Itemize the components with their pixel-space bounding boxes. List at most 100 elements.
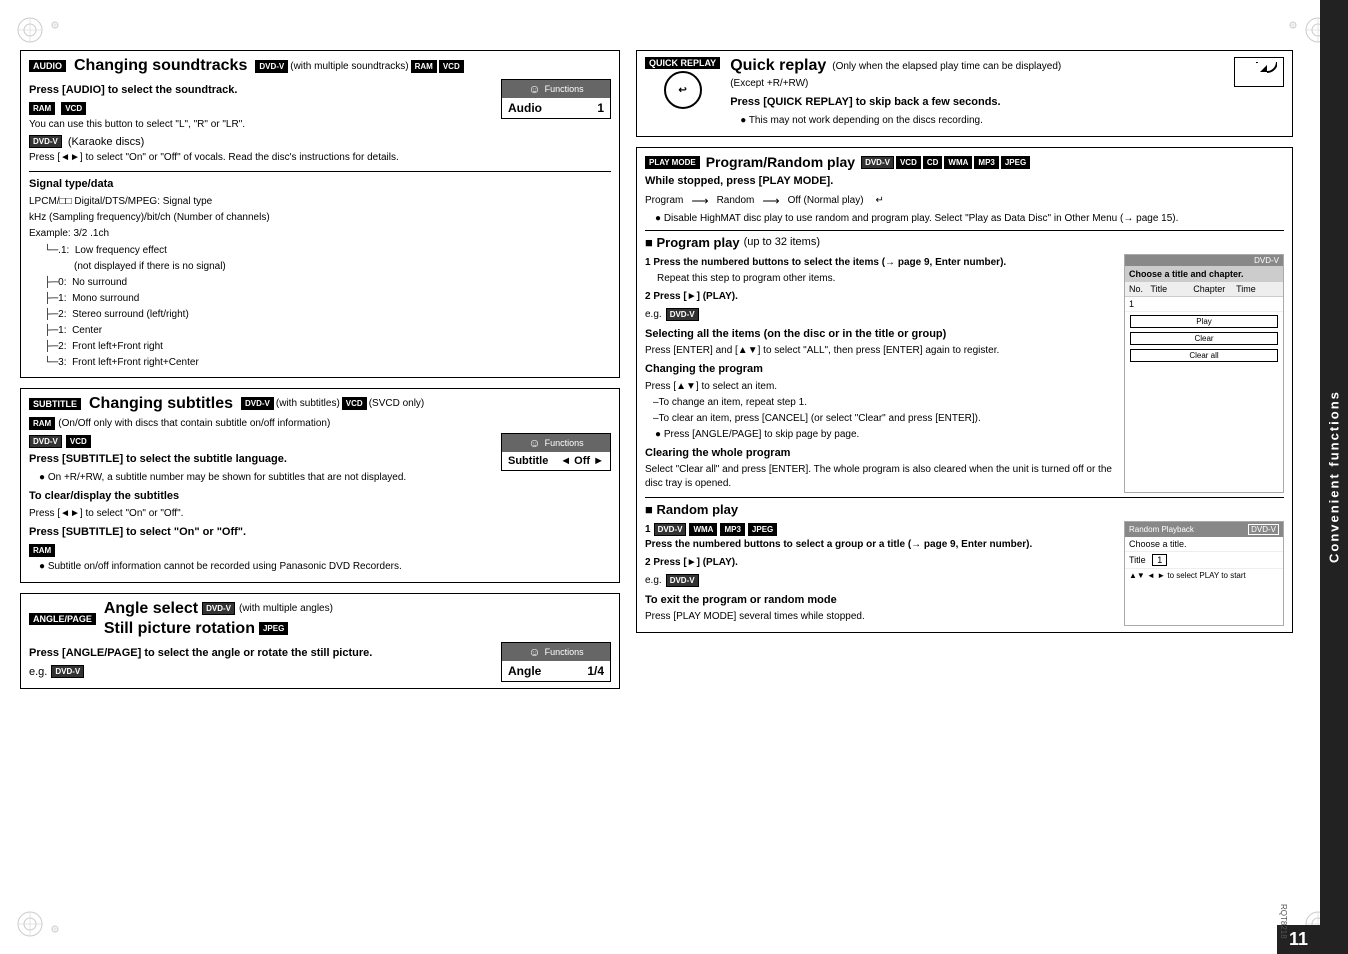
program-play-title: ■ Program play [645,235,740,250]
pp-eg-label: e.g. [645,309,662,320]
col-title: Title [1150,284,1193,294]
angle-title1-row: Angle select DVD-V (with multiple angles… [104,600,333,618]
example-box-header: DVD-V [1125,255,1283,266]
subtitles-main: DVD-V VCD Press [SUBTITLE] to select the… [29,433,491,576]
sub-bullet1: On +R/+RW, a subtitle number may be show… [39,471,491,485]
dvdv-badge-sub: DVD-V [241,397,274,410]
khz-text: kHz (Sampling frequency)/bit/ch (Number … [29,211,611,225]
subtitles-content: DVD-V VCD Press [SUBTITLE] to select the… [29,433,611,576]
tree-item-0: └─.1: Low frequency effect [44,243,611,259]
arrow2: ⟶ [762,194,779,208]
dvdv-row: DVD-V (Karaoke discs) [29,135,491,148]
divider-pr [645,230,1284,231]
sub-on-off-text: (On/Off only with discs that contain sub… [58,418,330,429]
quick-replay-content: Quick replay (Only when the elapsed play… [730,57,1224,130]
exit-title: To exit the program or random mode [645,593,1116,608]
program-random-title: Program/Random play [706,154,855,170]
rand-badge-mp3: MP3 [720,523,744,536]
signal-type-title: Signal type/data [29,177,611,192]
dvdv-vcd-row: DVD-V VCD [29,435,491,448]
ram-vcd-text: You can use this button to select "L", "… [29,118,491,132]
col-chapter: Chapter [1193,284,1236,294]
angle-tag: ANGLE/PAGE [29,613,96,625]
subtitles-press2: Press [SUBTITLE] to select "On" or "Off"… [29,525,491,540]
col-time: Time [1236,284,1279,294]
angle-eg-row: e.g. DVD-V [29,665,491,678]
quick-replay-except: (Except +R/+RW) [730,77,1224,91]
random-play-content: 1 DVD-V WMA MP3 JPEG Press the numbered … [645,521,1284,626]
row1-title [1150,299,1193,309]
changing-bullet: Press [ANGLE/PAGE] to skip page by page. [655,428,1116,442]
pr-badge-cd: CD [923,156,943,169]
ram-row-sub: RAM [29,544,491,557]
clearing-text: Select "Clear all" and press [ENTER]. Th… [645,463,1116,491]
play-mode-left: PLAY MODE [645,156,700,169]
exit-text: Press [PLAY MODE] several times while st… [645,610,1116,624]
dvdv-badge-angle2: DVD-V [51,665,84,678]
random-play-row1: Choose a title. [1125,537,1283,552]
changing-program-text: Press [▲▼] to select an item. [645,380,1116,394]
pr-press: While stopped, press [PLAY MODE]. [645,174,1284,189]
pr-badge-wma: WMA [944,156,972,169]
angle-title1: Angle select [104,600,198,618]
pr-bullet1: Disable HighMAT disc play to use random … [655,212,1284,226]
quick-replay-button[interactable]: ↩ [664,71,702,109]
row1-chapter [1193,299,1236,309]
functions-body-subtitle: Subtitle ◄ Off ► [502,452,610,470]
subtitle-label: Subtitle [508,455,548,467]
pp-eg-badge: DVD-V [666,308,699,321]
subtitle-value: ◄ Off ► [560,455,604,467]
functions-box-subtitle: ☺ Functions Subtitle ◄ Off ► [501,433,611,471]
vcd-badge-soundtracks: VCD [439,60,464,73]
random-play-box: Random Playback DVD-V Choose a title. Ti… [1124,521,1284,626]
changing-dash2: –To clear an item, press [CANCEL] (or se… [653,412,1116,426]
flow-random: Random [717,195,755,206]
changing-dash1: –To change an item, repeat step 1. [653,396,1116,410]
convenient-functions-text: Convenient functions [1327,391,1342,564]
svcd-text: (SVCD only) [369,398,425,409]
example-box: DVD-V Choose a title and chapter. No. Ti… [1124,254,1284,493]
example-text: Example: 3/2 .1ch [29,227,611,241]
example-row1: 1 [1125,297,1283,312]
pr-badge-dvdv: DVD-V [861,156,894,169]
functions-label-audio: Functions [545,84,584,94]
pr-badge-jpeg: JPEG [1001,156,1030,169]
audio-label: Audio [508,101,542,115]
functions-body-angle: Angle 1/4 [502,661,610,681]
title-label: Title [1129,555,1146,565]
vcd-badge-sub: VCD [342,397,367,410]
soundtracks-with-text: (with multiple soundtracks) [290,61,408,72]
functions-box-audio: ☺ Functions Audio 1 [501,79,611,119]
tree-item-1: (not displayed if there is no signal) [74,259,611,275]
random-step1-text: Press the numbered buttons to select a g… [645,538,1116,552]
pp-step1-sub: Repeat this step to program other items. [657,272,1116,286]
example-box-buttons: Play Clear Clear all [1125,312,1283,365]
angle-value: 1/4 [587,664,604,678]
clear-button[interactable]: Clear [1130,332,1278,345]
soundtracks-main: Press [AUDIO] to select the soundtrack. … [29,79,491,167]
dvdv-badge-angle: DVD-V [202,602,235,615]
rand-badge-wma: WMA [689,523,717,536]
changing-subtitles-section: SUBTITLE Changing subtitles DVD-V (with … [20,388,620,583]
rq-number: RQT8218 [1279,904,1288,939]
random-play-header-text: Random Playback [1129,525,1194,534]
page-number: 11 [1289,929,1308,949]
program-random-header: PLAY MODE Program/Random play DVD-V VCD … [645,154,1284,170]
quick-replay-icon-box [1234,57,1284,87]
selecting-all-title: Selecting all the items (on the disc or … [645,327,1116,342]
angle-content: Press [ANGLE/PAGE] to select the angle o… [29,642,611,682]
random-play-title: ■ Random play [645,502,738,517]
example-col-headers: No. Title Chapter Time [1125,282,1283,297]
ram-badge-soundtracks: RAM [411,60,437,73]
play-button[interactable]: Play [1130,315,1278,328]
tree-item-3: ├─1: Mono surround [44,291,611,307]
functions-header-subtitle: ☺ Functions [502,434,610,452]
rand-eg-label: e.g. [645,575,662,586]
random-step1-row: 1 DVD-V WMA MP3 JPEG [645,523,1116,536]
title-value-box: 1 [1152,554,1167,566]
example-box-title: Choose a title and chapter. [1125,266,1283,282]
functions-label-subtitle: Functions [545,438,584,448]
clear-all-button[interactable]: Clear all [1130,349,1278,362]
program-play-content: 1 Press the numbered buttons to select t… [645,254,1284,493]
clearing-title: Clearing the whole program [645,446,1116,461]
